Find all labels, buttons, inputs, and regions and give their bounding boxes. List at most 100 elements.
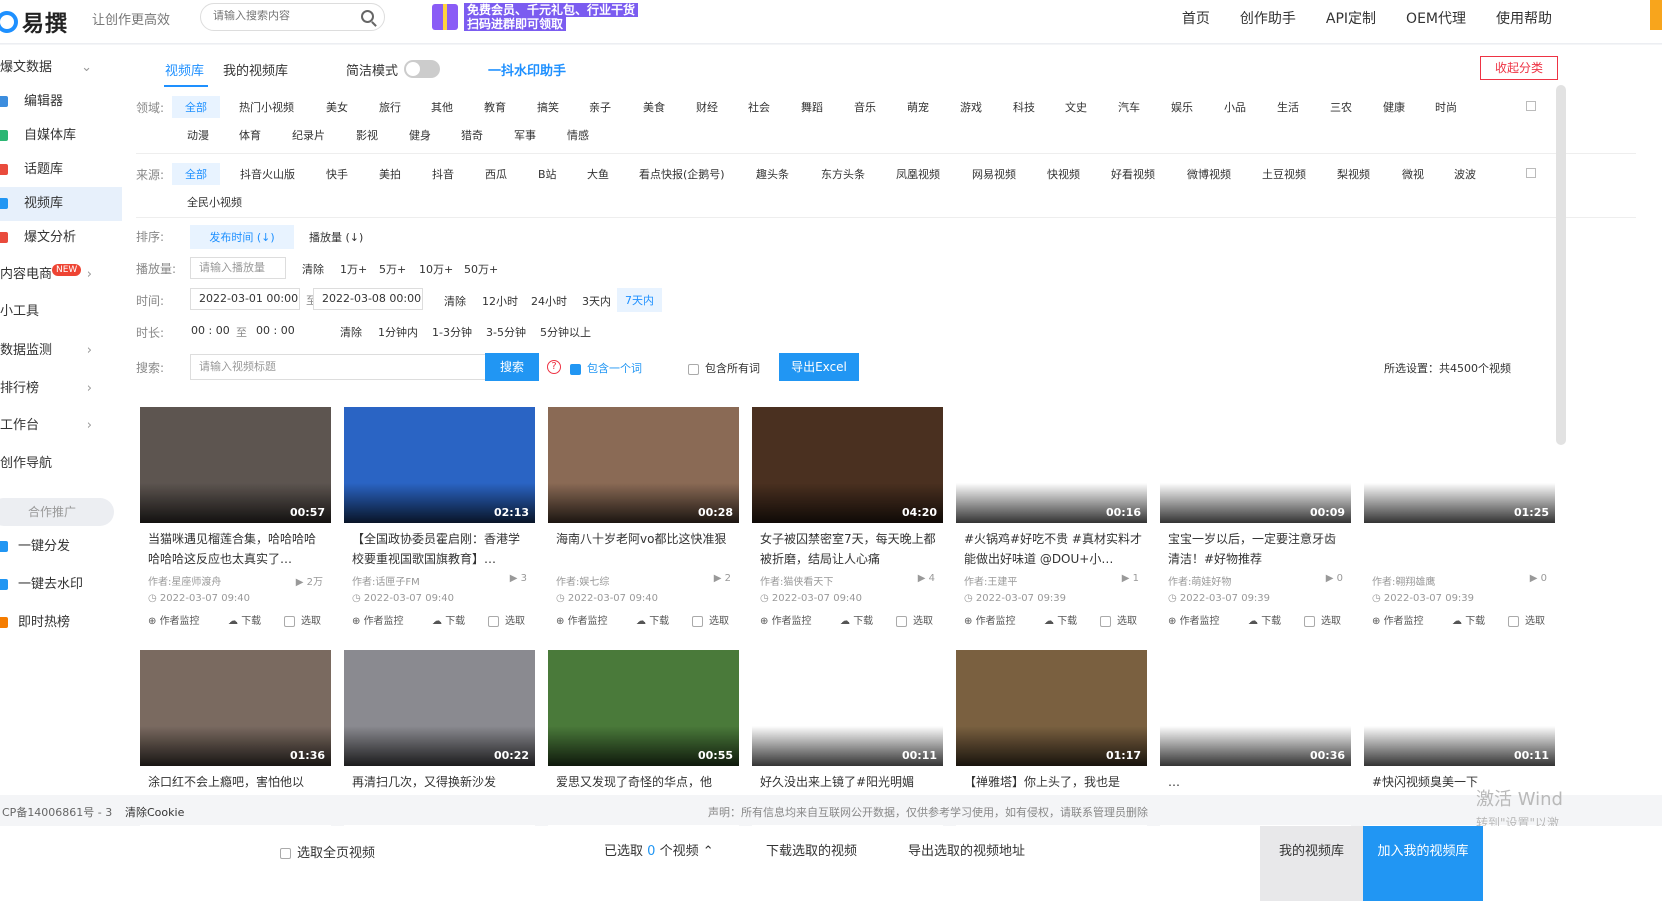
domain-option[interactable]: 汽车 bbox=[1118, 99, 1140, 115]
domain-option[interactable]: 娱乐 bbox=[1171, 99, 1193, 115]
video-card[interactable]: 01:25 作者:翱翔雄鹰 ▶ 0 ◷ 2022-03-07 09:39 ⊕ 作者监控 ☁… bbox=[1364, 407, 1555, 639]
plays-option[interactable]: 1万+ bbox=[340, 261, 367, 277]
sidebar-item-topic-lib[interactable]: 话题库 bbox=[0, 153, 122, 187]
nav-home[interactable]: 首页 bbox=[1182, 8, 1210, 28]
video-card[interactable]: 02:13 【全国政协委员霍启刚：香港学校要重视国歌国旗教育】… 作者:话匣子FM ▶… bbox=[344, 407, 535, 639]
checkbox-icon[interactable] bbox=[1508, 615, 1519, 627]
video-thumbnail[interactable]: 00:28 bbox=[548, 407, 739, 523]
sidebar-item-nav[interactable]: 创作导航 bbox=[0, 447, 122, 481]
nav-help[interactable]: 使用帮助 bbox=[1496, 8, 1552, 28]
download-selected-button[interactable]: 下载选取的视频 bbox=[766, 840, 857, 859]
domain-option[interactable]: 健康 bbox=[1383, 99, 1405, 115]
tab-my-video-lib[interactable]: 我的视频库 bbox=[223, 60, 288, 79]
source-option[interactable]: 凤凰视频 bbox=[896, 166, 940, 182]
sidebar-item-editor[interactable]: 编辑器 bbox=[0, 85, 122, 119]
domain-option[interactable]: 教育 bbox=[484, 99, 506, 115]
sidebar-item-media-lib[interactable]: 自媒体库 bbox=[0, 119, 122, 153]
nav-api[interactable]: API定制 bbox=[1326, 8, 1376, 28]
download-button[interactable]: ☁ 下载 bbox=[228, 612, 261, 627]
source-option[interactable]: 土豆视频 bbox=[1262, 166, 1306, 182]
video-title[interactable] bbox=[1372, 529, 1550, 569]
domain-option[interactable]: 美女 bbox=[326, 99, 348, 115]
time-option[interactable]: 7天内 bbox=[617, 288, 662, 312]
duration-option[interactable]: 1分钟内 bbox=[378, 324, 418, 340]
top-search-box[interactable] bbox=[200, 3, 385, 31]
sidebar-item-ranking[interactable]: 排行榜 › bbox=[0, 372, 122, 406]
domain-option[interactable]: 亲子 bbox=[589, 99, 611, 115]
video-title[interactable]: 女子被囚禁密室7天，每天晚上都被折磨，结局让人心痛 bbox=[760, 529, 938, 569]
source-option[interactable]: 快手 bbox=[326, 166, 348, 182]
domain-option[interactable]: 热门小视频 bbox=[239, 99, 294, 115]
monitor-author-button[interactable]: ⊕ 作者监控 bbox=[148, 612, 200, 627]
video-author[interactable]: 作者:星座师渡舟 bbox=[148, 573, 221, 588]
duration-end[interactable]: 00 : 00 bbox=[256, 324, 295, 337]
source-option[interactable]: 抖音火山版 bbox=[240, 166, 295, 182]
export-excel-button[interactable]: 导出Excel bbox=[779, 353, 859, 381]
time-option[interactable]: 24小时 bbox=[531, 293, 567, 309]
sidebar-item-hotlist[interactable]: 即时热榜 bbox=[0, 606, 122, 640]
domain-option[interactable]: 时尚 bbox=[1435, 99, 1457, 115]
source-option[interactable]: 趣头条 bbox=[756, 166, 789, 182]
source-option[interactable]: 东方头条 bbox=[821, 166, 865, 182]
domain-option[interactable]: 生活 bbox=[1277, 99, 1299, 115]
plays-option[interactable]: 10万+ bbox=[419, 261, 453, 277]
video-thumbnail[interactable]: 04:20 bbox=[752, 407, 943, 523]
video-thumbnail[interactable]: 01:25 bbox=[1364, 407, 1555, 523]
simple-mode-toggle[interactable] bbox=[404, 60, 440, 78]
monitor-author-button[interactable]: ⊕ 作者监控 bbox=[1168, 612, 1220, 627]
source-option[interactable]: 好看视频 bbox=[1111, 166, 1155, 182]
domain-option[interactable]: 军事 bbox=[514, 127, 536, 143]
plays-option[interactable]: 50万+ bbox=[464, 261, 498, 277]
video-author[interactable]: 作者:王建平 bbox=[964, 573, 1017, 588]
time-option[interactable]: 清除 bbox=[444, 293, 466, 309]
video-thumbnail[interactable]: 00:09 bbox=[1160, 407, 1351, 523]
add-to-lib-button[interactable]: 加入我的视频库 bbox=[1363, 826, 1483, 901]
sidebar-item-monitor[interactable]: 数据监测 › bbox=[0, 334, 122, 368]
domain-option[interactable]: 纪录片 bbox=[292, 127, 325, 143]
source-option[interactable]: 大鱼 bbox=[587, 166, 609, 182]
video-title[interactable]: 【全国政协委员霍启刚：香港学校要重视国歌国旗教育】… bbox=[352, 529, 530, 569]
domain-option[interactable]: 健身 bbox=[409, 127, 431, 143]
domain-option[interactable]: 舞蹈 bbox=[801, 99, 823, 115]
include-one-option[interactable]: 包含一个词 bbox=[570, 360, 642, 376]
sort-by-time[interactable]: 发布时间 (↓) bbox=[190, 225, 294, 249]
select-checkbox[interactable]: 选取 bbox=[692, 612, 729, 627]
source-option[interactable]: 西瓜 bbox=[485, 166, 507, 182]
select-page-option[interactable]: 选取全页视频 bbox=[280, 842, 375, 861]
sidebar-item-workspace[interactable]: 工作台 › bbox=[0, 409, 122, 443]
select-checkbox[interactable]: 选取 bbox=[1508, 612, 1545, 627]
checkbox-icon[interactable] bbox=[284, 615, 295, 627]
watermark-helper-link[interactable]: 一抖水印助手 bbox=[488, 60, 566, 79]
include-all-option[interactable]: 包含所有词 bbox=[688, 360, 760, 376]
video-title[interactable]: 宝宝一岁以后，一定要注意牙齿清洁！#好物推荐 bbox=[1168, 529, 1346, 569]
source-option[interactable]: B站 bbox=[538, 166, 557, 182]
checkbox-checked-icon[interactable] bbox=[570, 363, 581, 375]
video-card[interactable]: 00:16 #火锅鸡#好吃不贵 #真材实料才能做出好味道 @DOU+小… 作者:王建… bbox=[956, 407, 1147, 639]
download-button[interactable]: ☁ 下载 bbox=[1248, 612, 1281, 627]
title-search-input[interactable]: 请输入视频标题 bbox=[190, 354, 486, 380]
video-title[interactable]: 海南八十岁老阿vo都比这快准狠 bbox=[556, 529, 734, 569]
video-thumbnail[interactable]: 00:57 bbox=[140, 407, 331, 523]
domain-option[interactable]: 全部 bbox=[172, 96, 220, 118]
video-card[interactable]: 04:20 女子被囚禁密室7天，每天晚上都被折磨，结局让人心痛 作者:猫侠看天下 ▶ … bbox=[752, 407, 943, 639]
checkbox-icon[interactable] bbox=[1100, 615, 1111, 627]
duration-start[interactable]: 00 : 00 bbox=[191, 324, 230, 337]
select-checkbox[interactable]: 选取 bbox=[896, 612, 933, 627]
video-author[interactable]: 作者:话匣子FM bbox=[352, 573, 420, 588]
domain-option[interactable]: 游戏 bbox=[960, 99, 982, 115]
domain-option[interactable]: 体育 bbox=[239, 127, 261, 143]
promo-banner[interactable]: 免费会员、千元礼包、行业干货 扫码进群即可领取 bbox=[432, 2, 644, 32]
monitor-author-button[interactable]: ⊕ 作者监控 bbox=[964, 612, 1016, 627]
domain-option[interactable]: 动漫 bbox=[187, 127, 209, 143]
monitor-author-button[interactable]: ⊕ 作者监控 bbox=[352, 612, 404, 627]
checkbox-icon[interactable] bbox=[280, 848, 291, 859]
download-button[interactable]: ☁ 下载 bbox=[432, 612, 465, 627]
sidebar-item-watermark[interactable]: 一键去水印 bbox=[0, 568, 122, 602]
time-end-input[interactable]: 2022-03-08 00:00 bbox=[313, 288, 423, 310]
plays-option[interactable]: 5万+ bbox=[379, 261, 406, 277]
checkbox-icon[interactable] bbox=[688, 363, 699, 375]
video-thumbnail[interactable]: 00:16 bbox=[956, 407, 1147, 523]
time-option[interactable]: 3天内 bbox=[582, 293, 611, 309]
source-option[interactable]: 微博视频 bbox=[1187, 166, 1231, 182]
tab-video-lib[interactable]: 视频库 bbox=[165, 60, 204, 79]
